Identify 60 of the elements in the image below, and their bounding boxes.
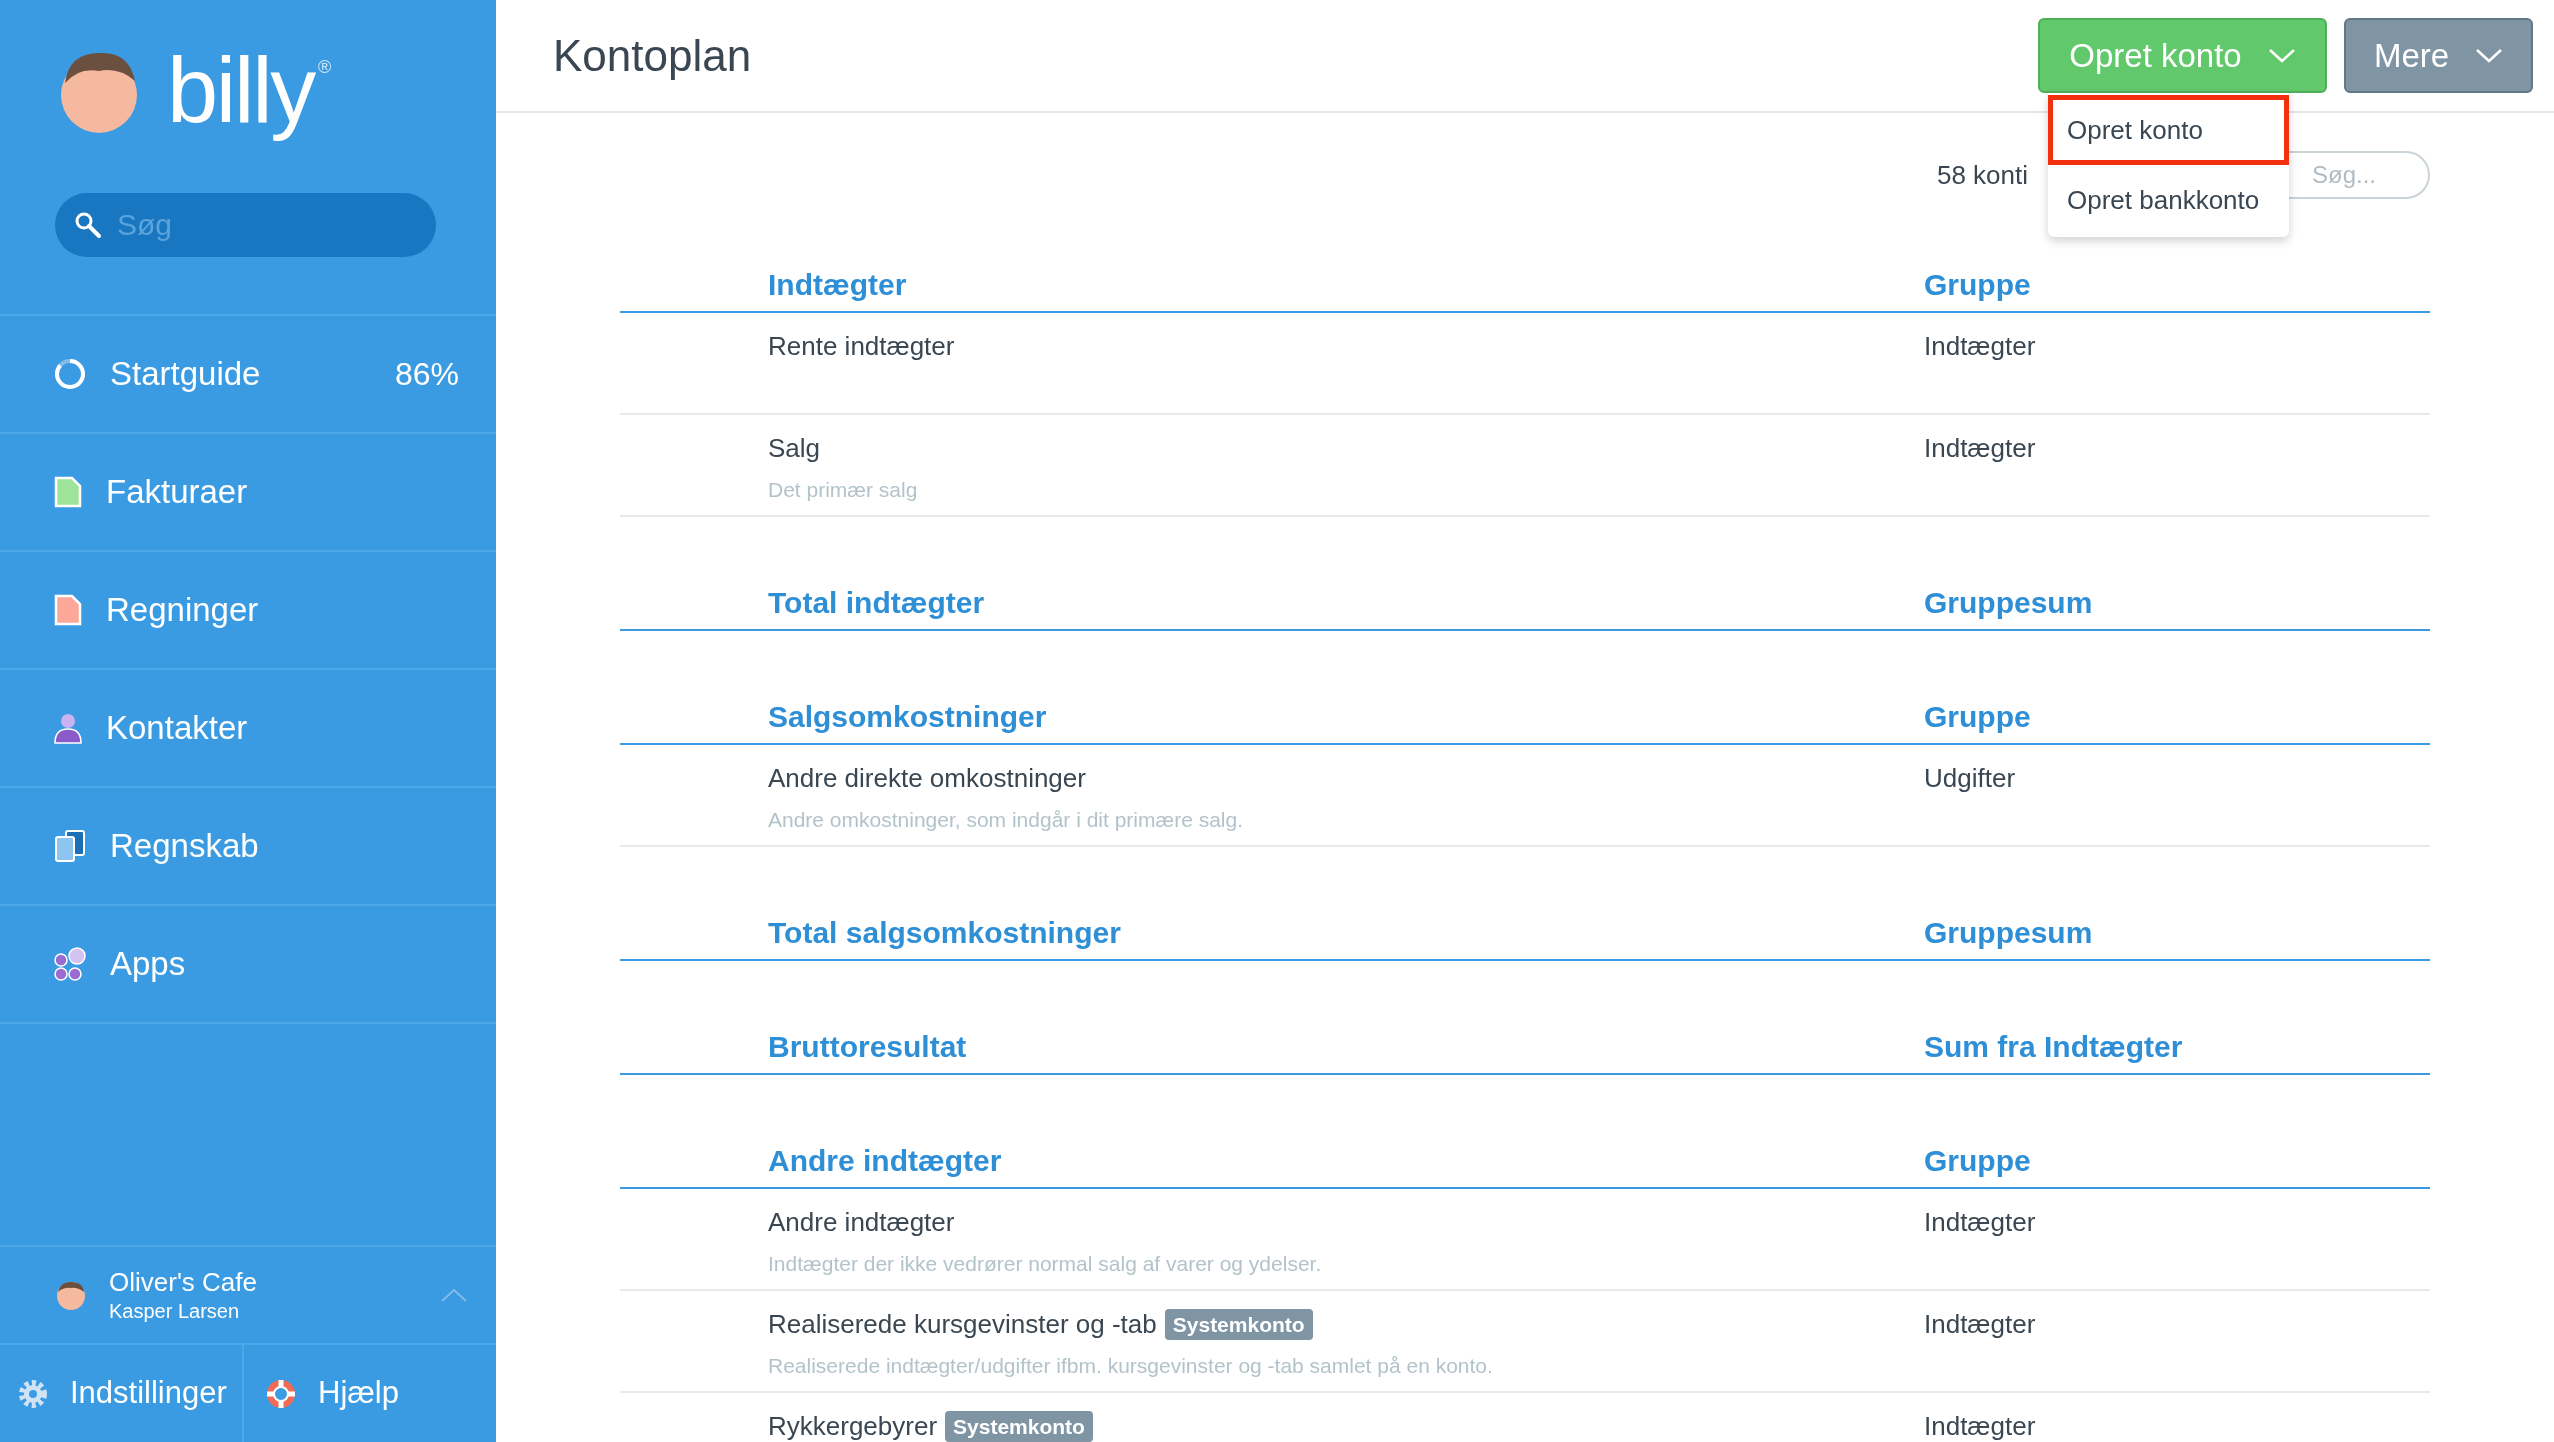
account-name: Andre direkte omkostninger [768,762,1086,795]
document-icon [53,475,83,509]
system-badge: Systemkonto [945,1410,1093,1442]
person-icon [53,711,83,745]
account-group: Indtægter [1924,1305,2430,1344]
page-title: Kontoplan [553,29,753,82]
system-badge: Systemkonto [1164,1308,1313,1341]
section-heading: Bruttoresultat [768,1029,968,1065]
nav-item[interactable]: Apps [0,906,496,1024]
section-heading: Indtægter [768,267,908,303]
search-icon [73,210,103,240]
account-count: 58 konti [1936,158,2028,192]
registered-mark: ® [318,56,332,79]
chevron-down-icon [2475,47,2504,64]
nav-item[interactable]: Regnskab [0,788,496,906]
account-description: Det primær salg [768,477,919,503]
account-description: Andre omkostninger, som indgår i dit primære salg. [768,807,1245,833]
avatar-icon [55,1279,87,1311]
nav-item[interactable]: Startguide 86% [0,316,496,434]
account-name: Andre indtægter [768,1206,955,1239]
document-icon [53,593,83,627]
account-name: Salg [768,432,821,465]
account-group: Indtægter [1924,1407,2430,1442]
account-group: Indtægter [1924,429,2430,468]
footer-link[interactable]: Hjælp [244,1345,496,1442]
account-name: Rykkergebyrer [768,1410,938,1442]
column-heading: Sum fra Indtægter [1924,1029,2184,1065]
nav-item[interactable]: Kontakter [0,670,496,788]
column-heading: Gruppesum [1924,585,2094,621]
footer-link[interactable]: Indstillinger [0,1345,244,1442]
account-name: Realiserede kursgevinster og -tab [768,1308,1157,1341]
account-description: Indtægter der ikke vedrører normal salg af varer og ydelser. [768,1251,1323,1277]
chevron-down-icon [2267,47,2296,64]
progress-percent: 86% [394,355,459,394]
chevron-up-icon [440,1287,468,1303]
user-name: Kasper Larsen [109,1298,241,1324]
column-heading: Gruppe [1924,1143,2032,1179]
menu-item[interactable]: Opret konto [2048,95,2289,165]
nav-item[interactable]: Fakturaer [0,434,496,552]
account-group: Indtægter [1924,1203,2430,1242]
dropdown-button[interactable]: Mere [2344,18,2533,93]
account-name: Rente indtægter [768,330,955,363]
account-description: Realiserede indtægter/udgifter ifbm. kursgevinster og -tab samlet på en konto. [768,1353,1494,1379]
search-field[interactable]: Søg [55,193,436,257]
progress-ring-icon [53,357,87,391]
logo-text: billy [167,37,314,143]
circles-icon [53,947,87,981]
column-heading: Gruppe [1924,699,2032,735]
account-group: Indtægter [1924,327,2430,366]
account-group: Udgifter [1924,759,2430,798]
dropdown-button[interactable]: Opret konto [2038,18,2327,93]
section-heading: Andre indtægter [768,1143,1003,1179]
section-heading: Salgsomkostninger [768,699,1048,735]
company-name: Oliver's Cafe [109,1266,258,1299]
column-heading: Gruppesum [1924,915,2094,951]
section-heading: Total salgsomkostninger [768,915,1122,951]
section-heading: Total indtægter [768,585,986,621]
column-heading: Gruppe [1924,267,2032,303]
copies-icon [53,829,87,863]
nav-item[interactable]: Regninger [0,552,496,670]
